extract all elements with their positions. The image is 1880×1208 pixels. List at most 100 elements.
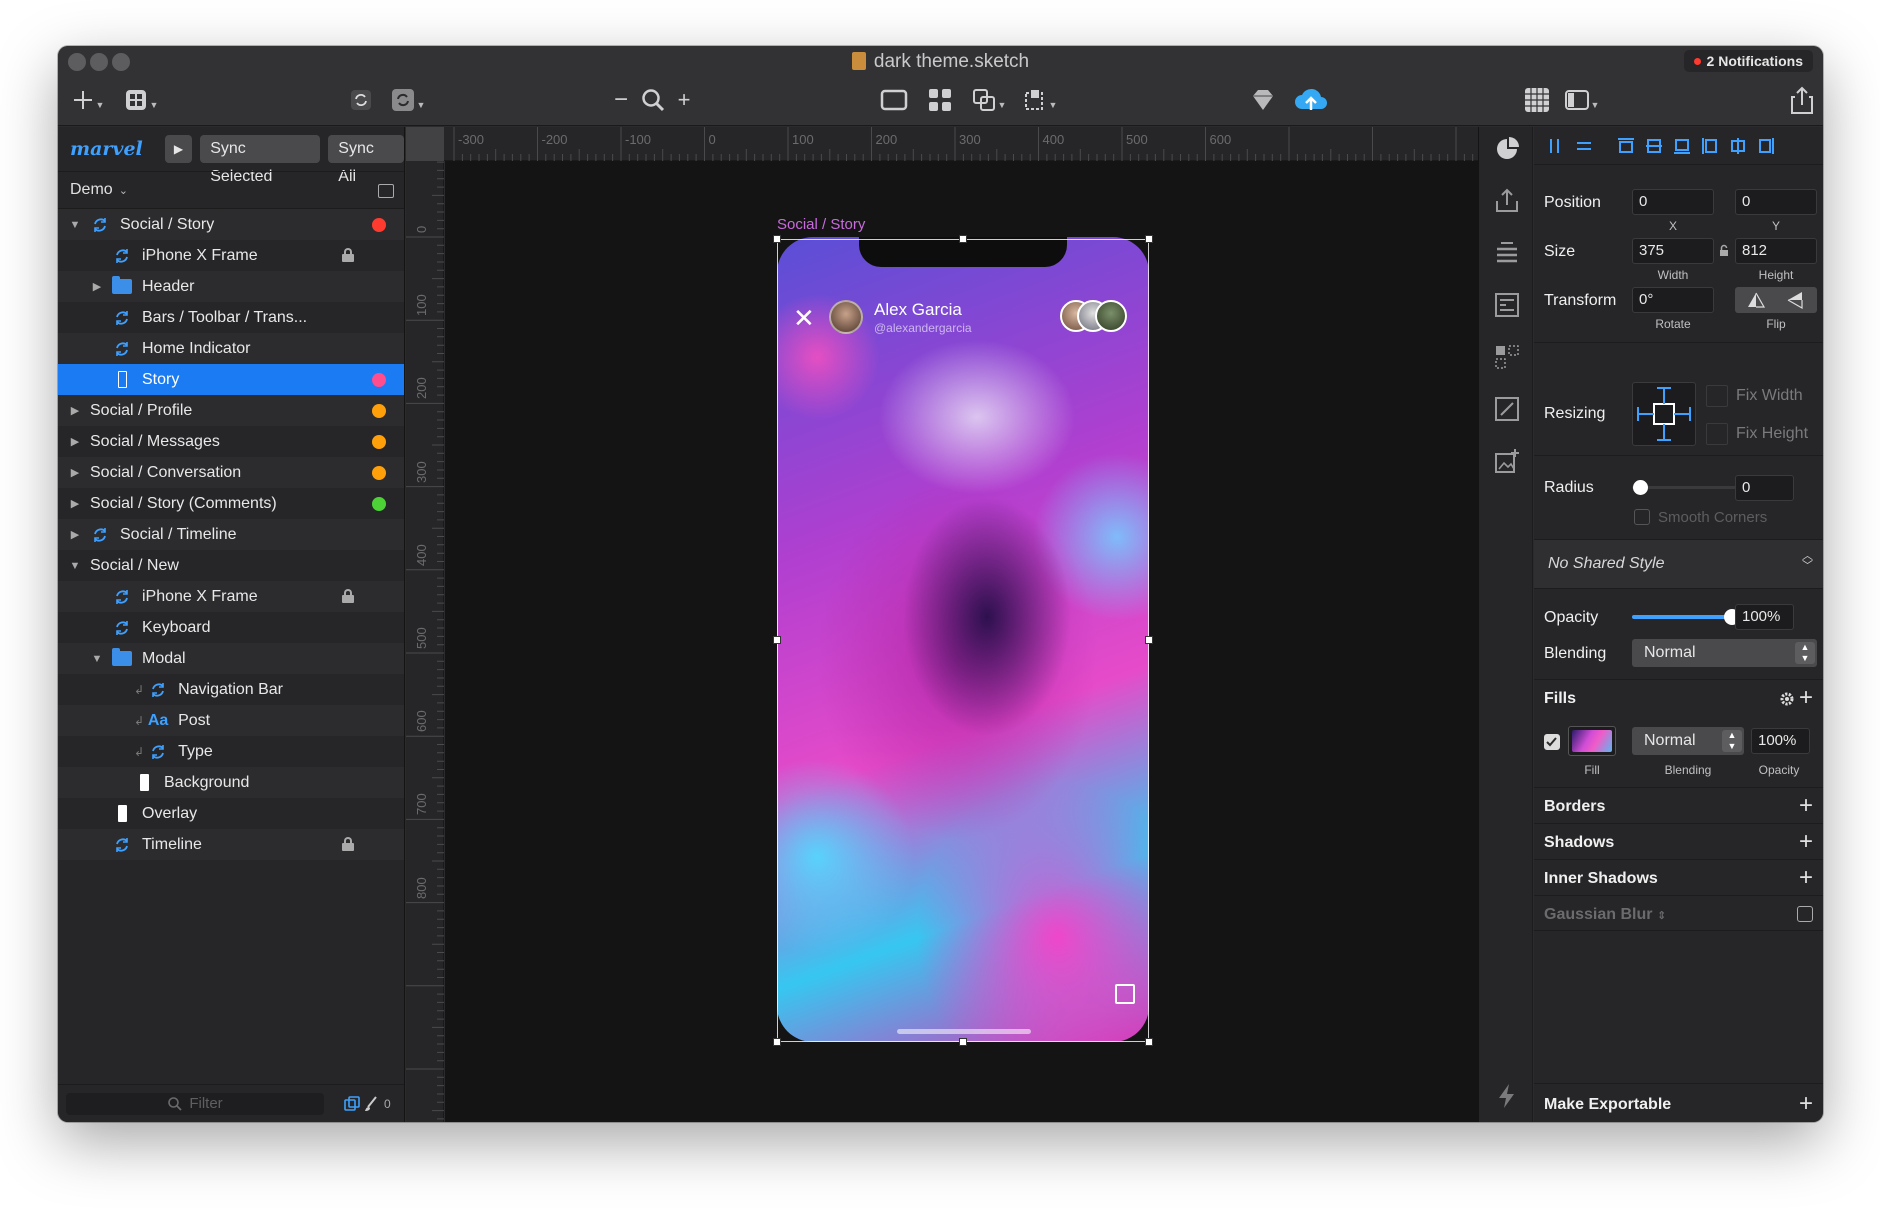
- edit-image-icon[interactable]: [1493, 395, 1521, 423]
- lightning-icon[interactable]: [1493, 1082, 1521, 1110]
- flip-horizontal-icon[interactable]: [1745, 291, 1767, 309]
- disclosure-closed-icon[interactable]: ▶: [68, 435, 82, 448]
- play-button[interactable]: ▶: [164, 135, 193, 163]
- resize-handle[interactable]: [773, 1038, 781, 1046]
- radius-slider-thumb[interactable]: [1633, 480, 1648, 495]
- page-selector[interactable]: Demo ⌄: [58, 171, 404, 209]
- disclosure-open-icon[interactable]: ▼: [68, 560, 82, 572]
- layer-row[interactable]: Bars / Toolbar / Trans...: [58, 302, 404, 333]
- layer-row[interactable]: iPhone X Frame: [58, 581, 404, 612]
- notifications-badge[interactable]: 2 Notifications: [1683, 50, 1813, 72]
- disclosure-closed-icon[interactable]: ▶: [68, 466, 82, 479]
- disclosure-closed-icon[interactable]: ▶: [90, 280, 104, 293]
- resize-handle[interactable]: [1145, 636, 1153, 644]
- height-field[interactable]: 812: [1735, 238, 1817, 264]
- layer-row[interactable]: ▶ Social / Profile: [58, 395, 404, 426]
- sync-all-button[interactable]: Sync All: [328, 135, 404, 185]
- layer-row[interactable]: ↲ Type: [58, 736, 404, 767]
- gear-icon[interactable]: [1778, 690, 1796, 708]
- arrange-button[interactable]: ▼: [1020, 84, 1060, 116]
- blur-enabled-checkbox[interactable]: [1797, 906, 1813, 922]
- layer-row[interactable]: ▶ Social / Story (Comments): [58, 488, 404, 519]
- resize-handle[interactable]: [1145, 235, 1153, 243]
- disclosure-closed-icon[interactable]: ▶: [68, 404, 82, 417]
- radius-field[interactable]: 0: [1735, 475, 1794, 501]
- x-field[interactable]: 0: [1632, 189, 1714, 215]
- edit-icon[interactable]: [1115, 984, 1135, 1004]
- layer-row[interactable]: Keyboard: [58, 612, 404, 643]
- opacity-slider[interactable]: [1632, 615, 1732, 619]
- layers-stack-icon[interactable]: [1493, 239, 1521, 267]
- gaussian-blur-select[interactable]: Gaussian Blur ⇕: [1544, 906, 1666, 924]
- fill-blending-select[interactable]: Normal ▲ ▼: [1632, 727, 1744, 755]
- zoom-button[interactable]: [638, 84, 668, 116]
- export-button[interactable]: [1788, 84, 1816, 116]
- disclosure-closed-icon[interactable]: ▶: [68, 528, 82, 541]
- resize-handle[interactable]: [773, 636, 781, 644]
- layer-row[interactable]: Background: [58, 767, 404, 798]
- rotate-field[interactable]: 0°: [1632, 287, 1714, 313]
- resize-handle[interactable]: [773, 235, 781, 243]
- layer-row[interactable]: Timeline: [58, 829, 404, 860]
- align-bottom-icon[interactable]: [1672, 136, 1692, 156]
- filter-options[interactable]: 0: [344, 1095, 391, 1112]
- disclosure-closed-icon[interactable]: ▶: [68, 497, 82, 510]
- cloud-upload-button[interactable]: [1292, 84, 1330, 116]
- align-right-icon[interactable]: [1756, 136, 1776, 156]
- boolean-ops-button[interactable]: ▼: [970, 84, 1008, 116]
- layer-row[interactable]: ↲ Navigation Bar: [58, 674, 404, 705]
- collapse-pages-icon[interactable]: [378, 184, 394, 198]
- y-field[interactable]: 0: [1735, 189, 1817, 215]
- zoom-in-button[interactable]: +: [674, 84, 694, 116]
- resize-handle[interactable]: [959, 235, 967, 243]
- fill-enabled-checkbox[interactable]: [1544, 734, 1560, 750]
- align-top-icon[interactable]: [1616, 136, 1636, 156]
- shared-style-selector[interactable]: No Shared Style ︿ ﹀: [1534, 539, 1823, 589]
- fix-width-toggle[interactable]: [1706, 385, 1728, 407]
- artboard-title[interactable]: Social / Story: [777, 216, 865, 233]
- resizing-constraints-widget[interactable]: [1632, 382, 1696, 446]
- layer-row[interactable]: ▶ Header: [58, 271, 404, 302]
- width-field[interactable]: 375: [1632, 238, 1714, 264]
- layer-row[interactable]: iPhone X Frame: [58, 240, 404, 271]
- layer-row[interactable]: ▶ Social / Messages: [58, 426, 404, 457]
- add-image-icon[interactable]: [1493, 447, 1521, 475]
- lock-icon[interactable]: [342, 837, 354, 851]
- insert-button[interactable]: ▼: [68, 84, 108, 116]
- gem-plugin-button[interactable]: [1248, 84, 1278, 116]
- frame-button[interactable]: [878, 84, 910, 116]
- layer-row[interactable]: Overlay: [58, 798, 404, 829]
- fix-height-toggle[interactable]: [1706, 423, 1728, 445]
- layer-row[interactable]: ▼ Modal: [58, 643, 404, 674]
- layer-row[interactable]: ▶ Social / Timeline: [58, 519, 404, 550]
- align-center-icon[interactable]: [1728, 136, 1748, 156]
- upload-icon[interactable]: [1493, 187, 1521, 215]
- blending-select[interactable]: Normal ▲ ▼: [1632, 639, 1817, 667]
- pie-chart-icon[interactable]: [1493, 135, 1521, 163]
- distribute-vertical-icon[interactable]: [1574, 136, 1594, 156]
- layer-row[interactable]: Home Indicator: [58, 333, 404, 364]
- lock-icon[interactable]: [342, 248, 354, 262]
- story-artboard[interactable]: ✕ Alex Garcia @alexandergarcia: [777, 237, 1149, 1042]
- zoom-out-button[interactable]: −: [611, 84, 631, 116]
- components-icon[interactable]: [1493, 343, 1521, 371]
- resize-handle[interactable]: [1145, 1038, 1153, 1046]
- resize-handle[interactable]: [959, 1038, 967, 1046]
- layer-row[interactable]: ▶ Social / Conversation: [58, 457, 404, 488]
- add-border-button[interactable]: +: [1799, 794, 1813, 818]
- lock-icon[interactable]: [342, 589, 354, 603]
- smooth-corners-checkbox[interactable]: [1634, 509, 1650, 525]
- symbol-overrides-button[interactable]: ▼: [388, 84, 428, 116]
- sync-selected-button[interactable]: Sync Selected: [200, 135, 321, 185]
- add-shadow-button[interactable]: +: [1799, 830, 1813, 854]
- grid-view-button[interactable]: [924, 84, 956, 116]
- view-button[interactable]: ▼: [1562, 84, 1602, 116]
- filter-input[interactable]: Filter: [66, 1092, 324, 1115]
- create-symbol-button[interactable]: ▼: [120, 84, 162, 116]
- align-left-icon[interactable]: [1700, 136, 1720, 156]
- sync-symbols-button[interactable]: [346, 84, 376, 116]
- add-fill-button[interactable]: +: [1799, 686, 1813, 710]
- lock-ratio-icon[interactable]: [1719, 244, 1729, 257]
- fill-swatch[interactable]: [1568, 726, 1616, 756]
- add-export-button[interactable]: +: [1799, 1092, 1813, 1116]
